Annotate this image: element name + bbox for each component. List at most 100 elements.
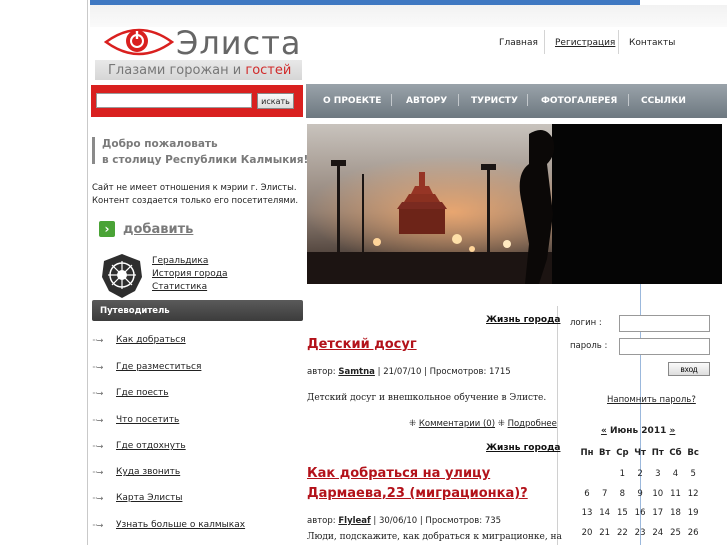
article-category-link[interactable]: Жизнь города xyxy=(486,315,560,325)
nav-divider xyxy=(527,94,528,106)
calendar-day[interactable]: 3 xyxy=(649,469,667,479)
calendar-day[interactable]: 25 xyxy=(667,528,685,538)
top-link-contacts[interactable]: Контакты xyxy=(629,38,675,48)
add-arrow-icon[interactable]: › xyxy=(99,221,115,237)
article-title-link-line-2[interactable]: Дармаева,23 (миграционка)? xyxy=(307,486,528,501)
calendar-day[interactable]: 24 xyxy=(649,528,667,538)
nav-links[interactable]: ССЫЛКИ xyxy=(641,96,686,106)
guide-title: Путеводитель xyxy=(100,306,170,316)
calendar-day[interactable]: 8 xyxy=(613,489,631,499)
search-button[interactable]: искать xyxy=(257,93,294,109)
calendar-day[interactable]: 22 xyxy=(613,528,631,538)
nav-divider xyxy=(458,94,459,106)
link-heraldry[interactable]: Геральдика xyxy=(152,256,208,266)
comments-link[interactable]: Комментарии (0) xyxy=(419,419,495,429)
calendar-weekday: Сб xyxy=(669,448,682,458)
calendar-day[interactable]: 6 xyxy=(578,489,596,499)
guide-item-where-to-stay[interactable]: Где разместиться xyxy=(116,362,201,372)
calendar-day[interactable]: 18 xyxy=(667,508,685,518)
guide-item-kalmyks[interactable]: Узнать больше о калмыках xyxy=(116,520,245,530)
calendar-day[interactable]: 11 xyxy=(667,489,685,499)
calendar-day[interactable]: 2 xyxy=(631,469,649,479)
site-title[interactable]: Элиста xyxy=(176,24,301,62)
login-button[interactable]: вход xyxy=(668,362,710,376)
nav-author[interactable]: АВТОРУ xyxy=(406,96,447,106)
slogan-plain: Глазами горожан и xyxy=(108,63,246,78)
article-author-link[interactable]: Flyleaf xyxy=(338,516,370,526)
eye-logo-icon[interactable] xyxy=(104,24,174,60)
nav-gallery[interactable]: ФОТОГАЛЕРЕЯ xyxy=(541,96,617,106)
calendar-weekday: Вт xyxy=(598,448,611,458)
nav-divider xyxy=(628,94,629,106)
search-input[interactable] xyxy=(96,93,252,108)
city-emblem-icon xyxy=(102,254,142,298)
calendar-next-link[interactable]: » xyxy=(669,426,675,436)
site-slogan: Глазами горожан и гостей xyxy=(108,63,291,78)
left-border xyxy=(87,0,88,545)
article-title-link[interactable]: Детский досуг xyxy=(307,337,417,352)
nav-about[interactable]: О ПРОЕКТЕ xyxy=(323,96,381,106)
password-label: пароль : xyxy=(570,341,608,351)
top-link-home[interactable]: Главная xyxy=(499,38,538,48)
guide-item-what-to-visit[interactable]: Что посетить xyxy=(116,415,179,425)
guide-item-phones[interactable]: Куда звонить xyxy=(116,467,180,477)
password-input[interactable] xyxy=(619,338,710,355)
welcome-line-1: Добро пожаловать xyxy=(102,138,218,150)
remind-password-link[interactable]: Напомнить пароль? xyxy=(607,395,696,405)
guide-arrow-icon: ···→ xyxy=(92,494,103,503)
calendar-day[interactable]: 20 xyxy=(578,528,596,538)
calendar-day[interactable]: 23 xyxy=(631,528,649,538)
article-meta: автор: Flyleaf | 30/06/10 | Просмотров: … xyxy=(307,516,501,526)
meta-prefix: автор: xyxy=(307,367,339,377)
calendar-day[interactable]: 16 xyxy=(631,508,649,518)
plus-icon: ⁜ xyxy=(495,419,508,429)
top-link-divider xyxy=(544,30,545,54)
calendar-day[interactable]: 9 xyxy=(631,489,649,499)
link-city-history[interactable]: История города xyxy=(152,269,227,279)
calendar-title: « Июнь 2011 » xyxy=(601,426,675,436)
add-link[interactable]: добавить xyxy=(123,222,193,237)
calendar-day[interactable]: 12 xyxy=(684,489,702,499)
nav-tourist[interactable]: ТУРИСТУ xyxy=(471,96,518,106)
article-category-link[interactable]: Жизнь города xyxy=(486,443,560,453)
read-more-link[interactable]: Подробнее xyxy=(508,419,557,429)
calendar-day[interactable]: 15 xyxy=(613,508,631,518)
calendar-day[interactable]: 4 xyxy=(667,469,685,479)
calendar-day[interactable]: 14 xyxy=(596,508,614,518)
article-author-link[interactable]: Samtna xyxy=(338,367,375,377)
meta-prefix: автор: xyxy=(307,516,339,526)
calendar-month: Июнь 2011 xyxy=(609,426,667,436)
guide-arrow-icon: ···→ xyxy=(92,416,103,425)
article-title-link-line-1[interactable]: Как добраться на улицу xyxy=(307,466,490,481)
calendar-day[interactable]: 10 xyxy=(649,489,667,499)
calendar-day[interactable]: 5 xyxy=(684,469,702,479)
calendar-day[interactable]: 1 xyxy=(613,469,631,479)
calendar-day[interactable]: 19 xyxy=(684,508,702,518)
calendar-weekday: Пн xyxy=(580,448,594,458)
disclaimer-line-1: Сайт не имеет отношения к мэрии г. Элист… xyxy=(92,183,297,193)
article-excerpt: Детский досуг и внешкольное обучение в Э… xyxy=(307,393,547,403)
guide-arrow-icon: ···→ xyxy=(92,336,103,345)
calendar-day[interactable]: 26 xyxy=(684,528,702,538)
guide-arrow-icon: ···→ xyxy=(92,442,103,451)
welcome-line-2: в столицу Республики Калмыкия! xyxy=(102,154,309,166)
hero-photo xyxy=(307,124,722,284)
calendar-prev-link[interactable]: « xyxy=(601,426,607,436)
guide-item-map[interactable]: Карта Элисты xyxy=(116,493,182,503)
calendar-day[interactable]: 13 xyxy=(578,508,596,518)
guide-item-where-to-rest[interactable]: Где отдохнуть xyxy=(116,441,186,451)
guide-item-where-to-eat[interactable]: Где поесть xyxy=(116,388,169,398)
login-input[interactable] xyxy=(619,315,710,332)
calendar-day[interactable]: 7 xyxy=(596,489,614,499)
content-divider xyxy=(557,306,558,545)
calendar-weekday: Чт xyxy=(634,448,646,458)
guide-item-how-to-get[interactable]: Как добраться xyxy=(116,335,186,345)
top-link-register[interactable]: Регистрация xyxy=(555,38,615,48)
calendar-day[interactable]: 21 xyxy=(596,528,614,538)
guide-arrow-icon: ···→ xyxy=(92,521,103,530)
article-excerpt: Люди, подскажите, как добраться к миграц… xyxy=(307,532,562,542)
calendar-day[interactable]: 17 xyxy=(649,508,667,518)
article-meta: автор: Samtna | 21/07/10 | Просмотров: 1… xyxy=(307,367,511,377)
link-statistics[interactable]: Статистика xyxy=(152,282,207,292)
article-actions: ⁜ Комментарии (0) ⁜ Подробнее xyxy=(409,419,557,429)
